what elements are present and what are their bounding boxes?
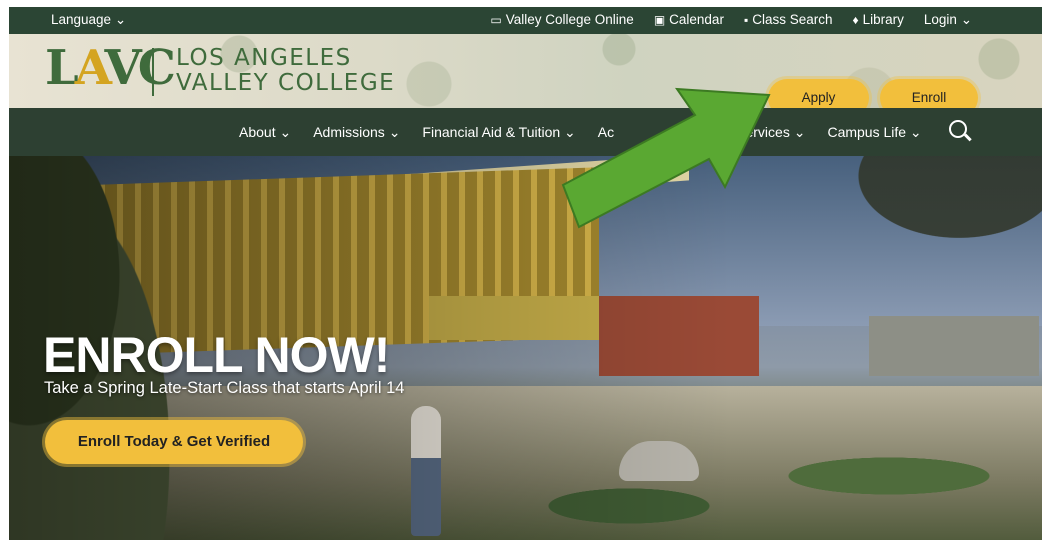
class-search-link[interactable]: ▪ Class Search (744, 12, 833, 28)
valley-college-online-link[interactable]: ▭ Valley College Online (490, 12, 633, 28)
hero-subtitle: Take a Spring Late-Start Class that star… (44, 379, 405, 397)
utility-links: ▭ Valley College Online ▣ Calendar ▪ Class … (490, 12, 972, 28)
enroll-today-button[interactable]: Enroll Today & Get Verified (45, 420, 303, 464)
laptop-icon: ▭ (490, 13, 502, 27)
calendar-label: Calendar (669, 12, 724, 27)
search-icon[interactable] (949, 120, 967, 138)
login-dropdown[interactable]: Login ⌄ (924, 12, 972, 28)
calendar-icon: ▣ (653, 13, 666, 27)
valley-college-online-label: Valley College Online (505, 12, 634, 27)
logo-letter-v: V (104, 40, 142, 96)
language-dropdown[interactable]: Language ⌄ (51, 12, 126, 28)
hero-banner: ENROLL NOW! Take a Spring Late-Start Cla… (9, 156, 1042, 540)
logo-divider (152, 48, 154, 96)
library-label: Library (862, 12, 904, 27)
main-navigation: About ⌄ Admissions ⌄ Financial Aid & Tui… (9, 108, 1042, 156)
college-name-line1: LOS ANGELES (176, 45, 352, 71)
site-header: LAVC LOS ANGELES VALLEY COLLEGE Apply En… (9, 34, 1042, 117)
library-icon: ♦ (852, 13, 859, 27)
calendar-link[interactable]: ▣ Calendar (654, 12, 724, 28)
college-name-line2: VALLEY COLLEGE (176, 70, 396, 96)
logo-letter-a: A (74, 40, 109, 96)
utility-bar: Language ⌄ ▭ Valley College Online ▣ Calen… (9, 7, 1042, 34)
nav-item-about[interactable]: About ⌄ (239, 124, 291, 141)
hero-title: ENROLL NOW! (43, 327, 390, 383)
nav-item-admissions[interactable]: Admissions ⌄ (313, 124, 400, 141)
logo-letter-c: C (137, 40, 176, 96)
annotation-arrow-icon (561, 87, 771, 229)
college-name[interactable]: LOS ANGELES VALLEY COLLEGE (176, 46, 395, 96)
page-frame: Language ⌄ ▭ Valley College Online ▣ Calen… (9, 7, 1042, 540)
logo-letter-l: L (45, 40, 79, 96)
nav-item-campus-life[interactable]: Campus Life ⌄ (827, 124, 921, 141)
class-search-label: Class Search (752, 12, 833, 27)
class-search-icon: ▪ (743, 13, 749, 27)
library-link[interactable]: ♦ Library (853, 12, 904, 28)
